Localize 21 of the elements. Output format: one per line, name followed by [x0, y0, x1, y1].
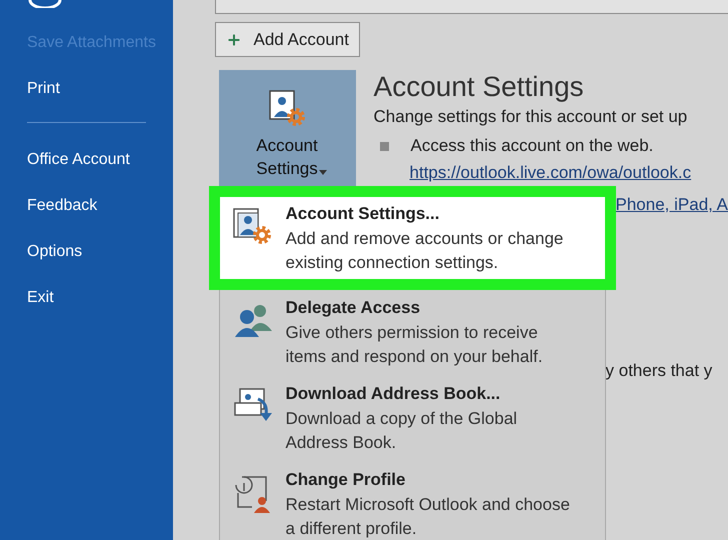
bullet-text: Access this account on the web.: [410, 135, 654, 157]
sidebar-item[interactable]: Print: [0, 66, 157, 112]
add-account-button[interactable]: Add Account: [214, 22, 360, 57]
caret-icon: [319, 170, 328, 175]
plus-icon: [226, 32, 242, 48]
back-icon[interactable]: [28, 0, 62, 8]
person-gear-icon: [267, 88, 308, 128]
web-link[interactable]: https://outlook.live.com/owa/outlook.c: [410, 160, 728, 186]
sidebar-item[interactable]: Exit: [0, 275, 157, 321]
menu-item[interactable]: Account Settings... Add and remove accounts or change existing connection settings.: [208, 186, 616, 290]
menu-item[interactable]: Delegate Access Give others permission to receive items and respond on your behalf.: [220, 293, 605, 379]
section-heading: Account Settings: [374, 70, 585, 104]
description-text: Change settings for this account or set up: [374, 106, 688, 128]
device-link[interactable]: Phone, iPad, A: [616, 192, 728, 218]
sidebar-item[interactable]: Office Account: [0, 137, 157, 183]
body-text: y others that y: [606, 360, 714, 382]
bullet-icon: [380, 142, 389, 150]
sidebar-item[interactable]: Feedback: [0, 183, 157, 229]
sidebar-item[interactable]: Options: [0, 229, 157, 275]
menu-item[interactable]: Change Profile Restart Microsoft Outlook and choose a different profile.: [220, 465, 605, 540]
menu-item[interactable]: Download Address Book... Download a copy of the Global Address Book.: [220, 379, 605, 465]
